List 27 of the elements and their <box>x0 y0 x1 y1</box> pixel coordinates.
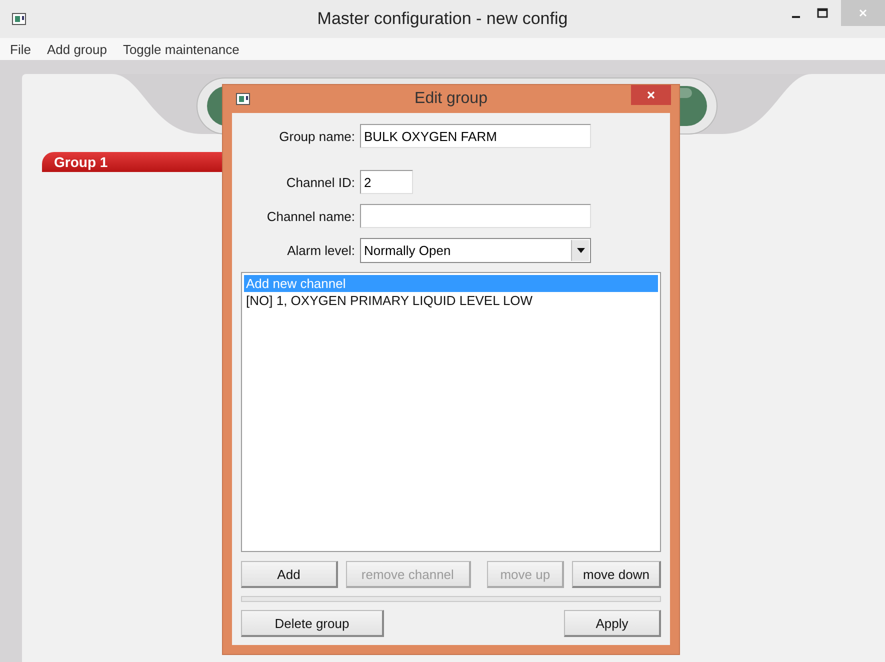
field-label: Channel name: <box>266 208 356 224</box>
menu-item[interactable]: File <box>10 42 31 56</box>
list-item[interactable]: [NO] 1, OXYGEN PRIMARY LIQUID LEVEL LOW <box>244 292 658 309</box>
app-icon <box>236 93 250 105</box>
group-tab[interactable]: Group 1 <box>42 152 222 172</box>
menu-item[interactable]: Add group <box>46 42 107 56</box>
list-button[interactable]: move down <box>572 561 661 588</box>
input-field[interactable] <box>360 204 591 228</box>
dialog-title: Edit group <box>414 90 488 108</box>
alarm-level-dropdown[interactable]: Normally Open <box>360 238 591 262</box>
maximize-icon <box>816 8 828 18</box>
field-label: Channel ID: <box>285 174 356 190</box>
footer-button[interactable]: Delete group <box>241 610 384 637</box>
field-label: Group name: <box>278 128 356 144</box>
input-field[interactable]: BULK OXYGEN FARM <box>360 124 591 148</box>
window-title: Master configuration - new config <box>317 9 568 29</box>
app-icon <box>12 13 26 25</box>
close-icon <box>858 8 868 18</box>
dropdown-arrow-icon <box>576 248 584 252</box>
input-field[interactable]: 2 <box>360 170 413 194</box>
footer-button[interactable]: Apply <box>564 610 661 637</box>
list-button[interactable]: Add <box>241 561 338 588</box>
minimize-icon <box>792 16 800 18</box>
field-label: Alarm level: <box>286 242 356 258</box>
close-icon <box>646 90 656 100</box>
close-button[interactable] <box>631 85 671 105</box>
menu-item[interactable]: Toggle maintenance <box>122 42 240 56</box>
